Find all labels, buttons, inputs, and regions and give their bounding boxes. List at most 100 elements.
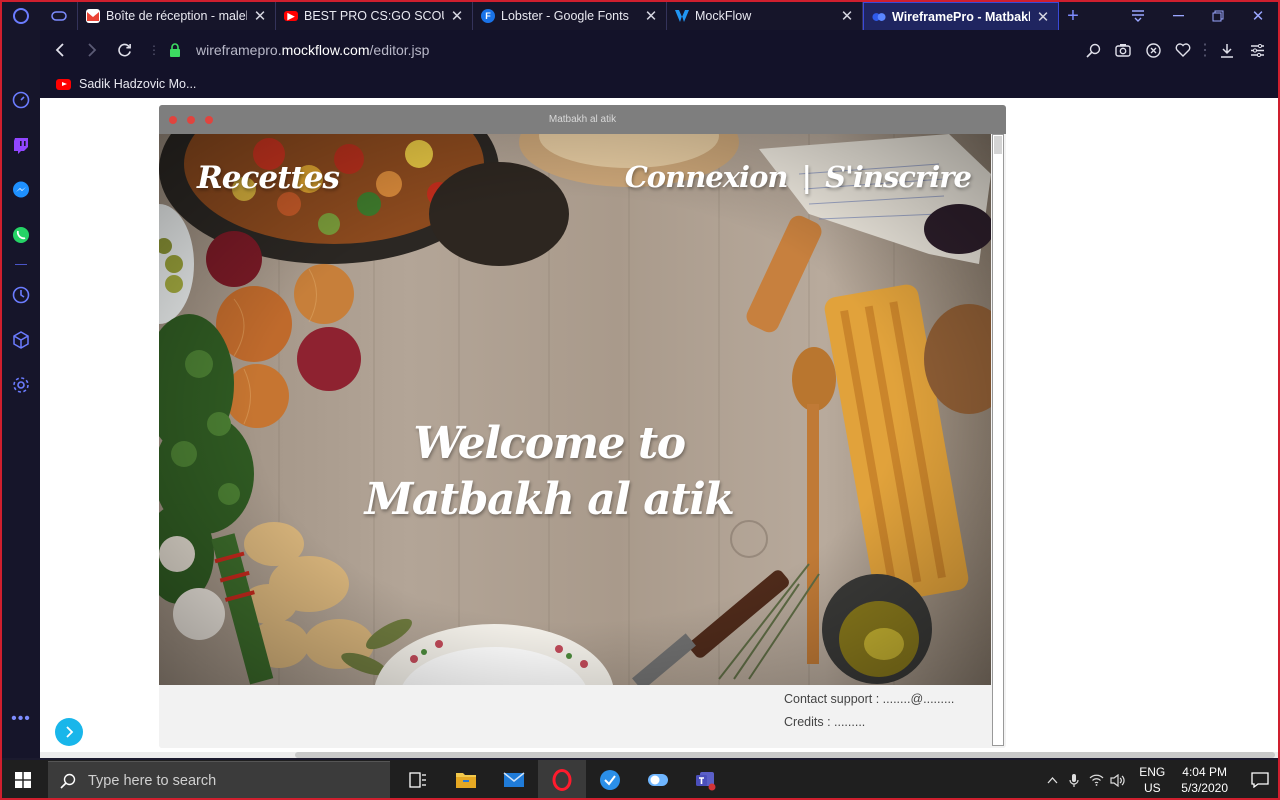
mail-icon (503, 772, 525, 787)
bookmarks-bar: Sadik Hadzovic Mo... (40, 70, 1278, 98)
tab-gmail[interactable]: Boîte de réception - maleka ✕ (78, 2, 276, 30)
opera-logo-icon (13, 8, 29, 24)
opera-sidebar: ••• (2, 30, 40, 758)
speed-dial-icon[interactable] (9, 88, 33, 112)
close-window-button[interactable]: ✕ (1238, 2, 1278, 30)
back-button[interactable] (44, 34, 76, 66)
opera-menu-button[interactable] (2, 2, 40, 30)
window-controls: ✕ (1087, 2, 1278, 30)
file-explorer-button[interactable] (442, 760, 490, 800)
whatsapp-icon[interactable] (9, 223, 33, 247)
action-center-button[interactable] (1240, 760, 1280, 800)
folder-icon (456, 773, 476, 788)
teams-button[interactable] (682, 760, 730, 800)
expand-panel-button[interactable] (55, 718, 83, 746)
hero-banner: Recettes Connexion | S'inscrire Welcome … (159, 134, 991, 685)
toggle-icon (648, 774, 668, 786)
address-separator: ⋮ (148, 43, 160, 57)
nav-recettes-link[interactable]: Recettes (197, 160, 340, 196)
gamepad-icon (50, 11, 67, 21)
close-tab-icon[interactable]: ✕ (644, 7, 658, 25)
chevron-right-icon (66, 726, 74, 738)
preview-scrollbar[interactable] (992, 134, 1004, 746)
windows-logo-icon (15, 772, 31, 788)
nav-inscrire-link[interactable]: S'inscrire (825, 160, 972, 194)
lock-icon[interactable] (168, 43, 182, 57)
ad-blocker-icon[interactable] (1140, 37, 1166, 63)
taskbar-search-input[interactable]: Type here to search (48, 761, 390, 799)
mail-button[interactable] (490, 760, 538, 800)
checkmark-icon (600, 770, 620, 790)
mockup-preview-window: Matbakh al atik Recettes Connexion | S'i… (159, 105, 1006, 748)
tab-youtube[interactable]: ▶ BEST PRO CS:GO SCOUT PL ✕ (276, 2, 473, 30)
horizontal-scrollbar[interactable] (40, 752, 1278, 758)
system-tray: ENG US 4:04 PM 5/3/2020 (1041, 760, 1280, 800)
search-icon[interactable] (1080, 37, 1106, 63)
page-footer: Contact support : ........@......... Cre… (159, 685, 991, 748)
reload-button[interactable] (108, 34, 140, 66)
separator-dots-icon: ⋮ (1197, 42, 1213, 59)
clock[interactable]: 4:04 PM 5/3/2020 (1181, 764, 1228, 796)
more-options-icon[interactable]: ••• (9, 710, 33, 728)
snapshot-camera-icon[interactable] (1110, 37, 1136, 63)
google-fonts-icon: F (481, 9, 495, 23)
show-hidden-icons-chevron-icon[interactable] (1041, 760, 1063, 800)
close-tab-icon[interactable]: ✕ (840, 7, 854, 25)
task-view-button[interactable] (394, 760, 442, 800)
hero-title: Welcome to Matbakh al atik (364, 418, 735, 525)
tab-mockflow[interactable]: MockFlow ✕ (667, 2, 863, 30)
sidebar-divider (15, 264, 27, 265)
tab-title: Boîte de réception - maleka (106, 9, 247, 23)
nav-connexion-link[interactable]: Connexion (625, 160, 789, 194)
tab-wireframepro[interactable]: WireframePro - Matbakh al atik ✕ (863, 2, 1059, 30)
opera-gx-taskbar-button[interactable] (538, 760, 586, 800)
todo-button[interactable] (586, 760, 634, 800)
history-icon[interactable] (9, 283, 33, 307)
keyboard-layout: US (1143, 781, 1161, 795)
wireframepro-icon (872, 10, 886, 24)
forward-button[interactable] (76, 34, 108, 66)
opera-icon (552, 769, 572, 791)
clock-time: 4:04 PM (1182, 765, 1227, 779)
preview-scrollbar-thumb[interactable] (994, 136, 1002, 154)
tab-google-fonts[interactable]: F Lobster - Google Fonts ✕ (473, 2, 667, 30)
tab-gx-corner[interactable] (40, 2, 78, 30)
wifi-icon[interactable] (1085, 760, 1107, 800)
youtube-icon: ▶ (284, 11, 298, 21)
download-icon[interactable] (1214, 37, 1240, 63)
close-tab-icon[interactable]: ✕ (450, 7, 464, 25)
volume-icon[interactable] (1107, 760, 1129, 800)
messenger-icon[interactable] (9, 178, 33, 202)
twitch-icon[interactable] (9, 133, 33, 157)
notification-icon (1251, 772, 1269, 788)
start-button[interactable] (0, 760, 46, 800)
close-tab-icon[interactable]: ✕ (253, 7, 267, 25)
preview-title: Matbakh al atik (548, 114, 617, 125)
clock-date: 5/3/2020 (1181, 781, 1228, 795)
minimize-button[interactable] (1158, 2, 1198, 30)
easy-setup-menu-icon[interactable] (1244, 37, 1270, 63)
bookmark-item[interactable]: Sadik Hadzovic Mo... (56, 77, 196, 91)
url-domain: mockflow.com (281, 42, 370, 58)
tab-menu-icon[interactable] (1118, 2, 1158, 30)
url-input[interactable]: wireframepro.mockflow.com/editor.jsp (196, 42, 429, 58)
mockflow-icon (675, 9, 689, 23)
settings-gear-icon[interactable] (9, 373, 33, 397)
new-tab-button[interactable]: + (1059, 2, 1087, 30)
nav-separator: | (801, 160, 813, 194)
tab-title: MockFlow (695, 9, 752, 23)
gmail-icon (86, 9, 100, 23)
your-phone-button[interactable] (634, 760, 682, 800)
tab-title: BEST PRO CS:GO SCOUT PL (304, 9, 444, 23)
close-tab-icon[interactable]: ✕ (1036, 8, 1050, 26)
input-language-indicator[interactable]: ENG US (1139, 764, 1165, 796)
bookmark-label: Sadik Hadzovic Mo... (79, 77, 197, 91)
auth-nav: Connexion | S'inscrire (625, 160, 972, 194)
footer-contact: Contact support : ........@......... (784, 692, 955, 706)
microphone-icon[interactable] (1063, 760, 1085, 800)
bookmark-heart-icon[interactable] (1170, 37, 1196, 63)
restore-button[interactable] (1198, 2, 1238, 30)
extensions-cube-icon[interactable] (9, 328, 33, 352)
url-subdomain: wireframepro. (196, 42, 282, 58)
horizontal-scrollbar-thumb[interactable] (295, 752, 1275, 758)
